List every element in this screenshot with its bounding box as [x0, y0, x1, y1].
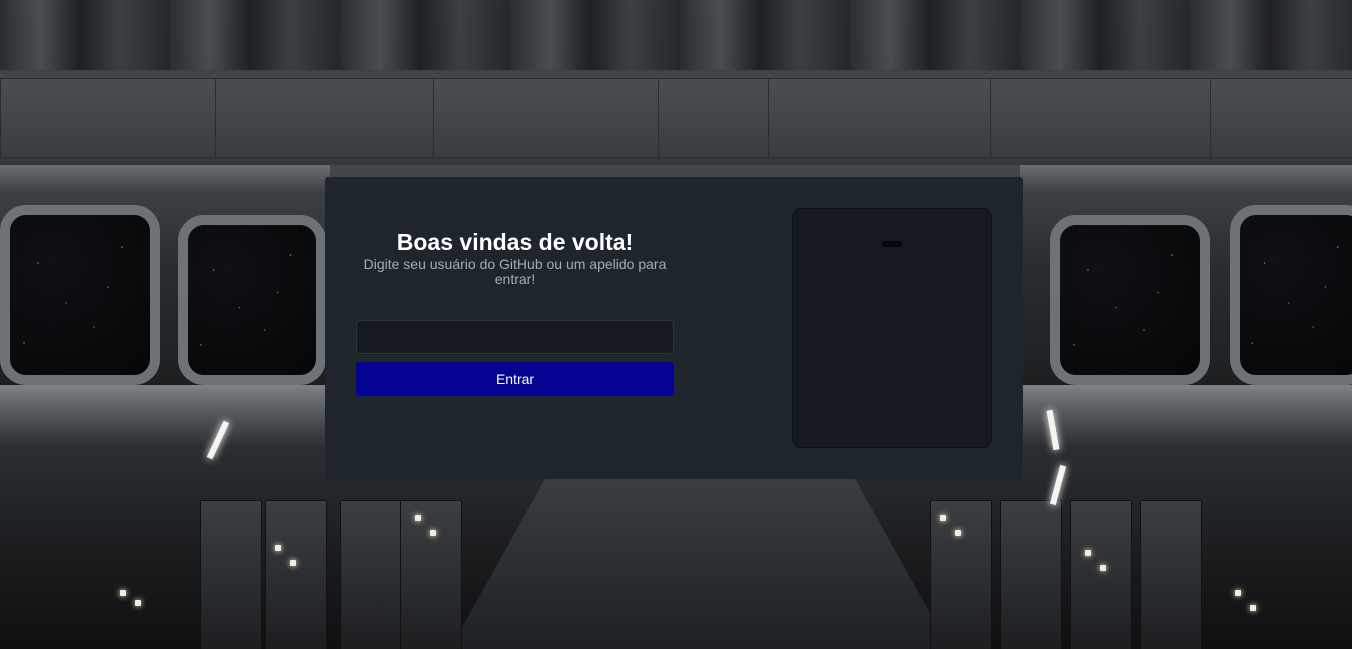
beam-segment [768, 78, 992, 158]
console-light [430, 530, 436, 536]
control-console [1140, 500, 1202, 649]
console-light [940, 515, 946, 521]
console-light [275, 545, 281, 551]
enter-button[interactable]: Entrar [356, 362, 674, 396]
control-console [200, 500, 262, 649]
viewport-window [1050, 215, 1210, 385]
login-instructions: Digite seu usuário do GitHub ou um apeli… [363, 256, 667, 287]
control-console [1000, 500, 1062, 649]
beam-segment [990, 78, 1212, 158]
control-console [265, 500, 327, 649]
console-light [415, 515, 421, 521]
console-light [290, 560, 296, 566]
beam-segment [215, 78, 435, 158]
beam-segment [658, 78, 770, 158]
console-light [120, 590, 126, 596]
right-rail [1020, 165, 1352, 193]
username-input[interactable] [356, 320, 674, 354]
console-light [1100, 565, 1106, 571]
viewport-window [0, 205, 160, 385]
phone-speaker [882, 241, 902, 247]
control-console [400, 500, 462, 649]
control-console [1070, 500, 1132, 649]
beam-segment [0, 78, 217, 158]
viewport-window [178, 215, 326, 385]
console-light [1250, 605, 1256, 611]
control-console [340, 500, 402, 649]
viewport-window [1230, 205, 1352, 385]
welcome-title: Boas vindas de volta! [396, 229, 634, 255]
ceiling-panels [0, 0, 1352, 70]
console-light [955, 530, 961, 536]
console-light [135, 600, 141, 606]
console-light [1235, 590, 1241, 596]
beam-segment [433, 78, 660, 158]
beam-segment [1210, 78, 1352, 158]
control-console [930, 500, 992, 649]
left-rail [0, 165, 330, 193]
console-light [1085, 550, 1091, 556]
